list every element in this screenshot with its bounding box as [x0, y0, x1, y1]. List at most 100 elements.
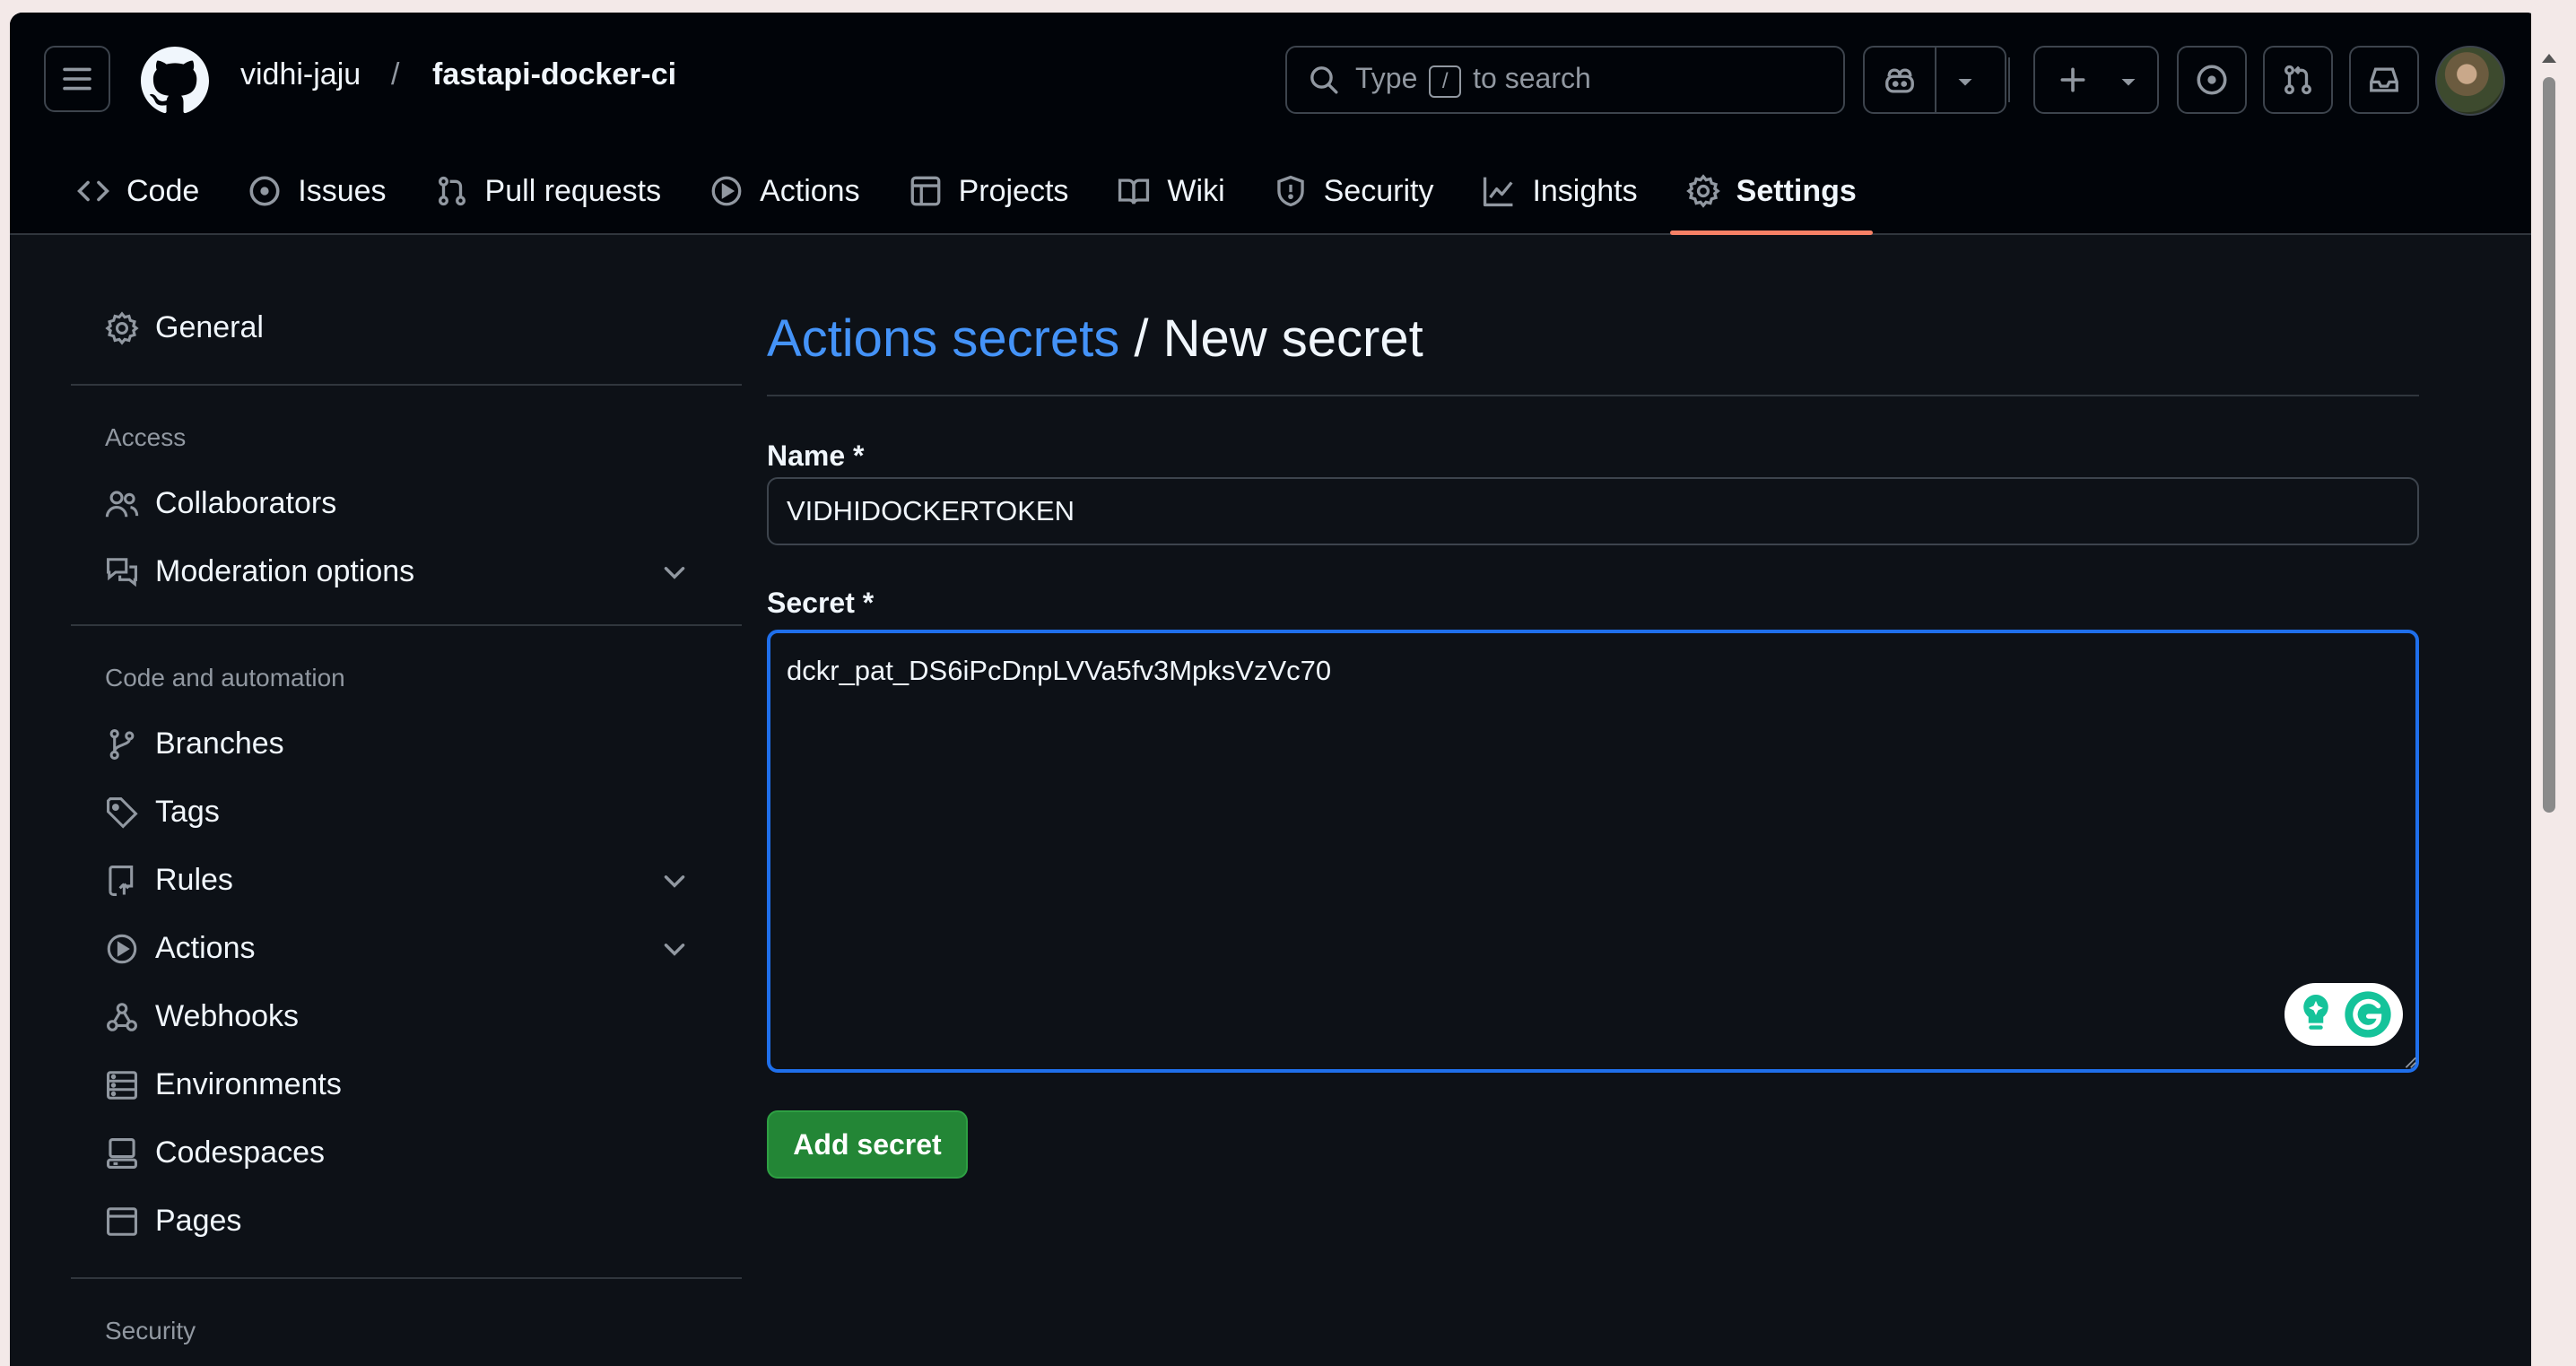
- tab-insights[interactable]: Insights: [1466, 160, 1653, 222]
- title-divider: [767, 395, 2419, 396]
- sidebar-heading-code-automation: Code and automation: [105, 664, 345, 692]
- chevron-down-icon[interactable]: [659, 934, 690, 964]
- tab-label: Settings: [1736, 173, 1857, 208]
- sidebar-item-label: Tags: [155, 795, 220, 829]
- tab-actions[interactable]: Actions: [693, 160, 876, 222]
- sidebar-item-label: Webhooks: [155, 999, 300, 1033]
- repo-name-link[interactable]: fastapi-docker-ci: [432, 57, 676, 92]
- sidebar-item-label: Branches: [155, 727, 284, 761]
- create-new-button[interactable]: [2033, 46, 2159, 114]
- your-issues-button[interactable]: [2177, 46, 2247, 114]
- sidebar-item-label: Environments: [155, 1067, 342, 1101]
- grammarly-widget[interactable]: [2284, 983, 2403, 1046]
- search-input[interactable]: Type / to search: [1285, 46, 1845, 114]
- issue-icon: [249, 176, 280, 206]
- sidebar-item-moderation[interactable]: Moderation options: [105, 554, 724, 589]
- browser-window: vidhi-jaju / fastapi-docker-ci Type / to…: [10, 13, 2539, 1366]
- shield-icon: [1276, 175, 1304, 207]
- table-icon: [910, 176, 940, 206]
- copilot-button-group[interactable]: [1863, 46, 2006, 114]
- tab-security[interactable]: Security: [1258, 160, 1450, 222]
- sidebar-item-general[interactable]: General: [105, 310, 724, 345]
- menu-button[interactable]: [44, 46, 110, 112]
- tab-code[interactable]: Code: [60, 160, 215, 222]
- resize-handle-icon[interactable]: [2401, 1053, 2417, 1069]
- search-suffix: to search: [1473, 62, 1591, 94]
- code-icon: [77, 180, 109, 202]
- branch-icon: [109, 728, 135, 760]
- tab-label: Projects: [958, 173, 1069, 208]
- sidebar-item-actions[interactable]: Actions: [105, 931, 724, 966]
- webhook-icon: [107, 1002, 137, 1031]
- sidebar-heading-security: Security: [105, 1317, 196, 1344]
- hamburger-icon: [63, 67, 91, 91]
- sidebar-item-branches[interactable]: Branches: [105, 727, 724, 761]
- sidebar-item-environments[interactable]: Environments: [105, 1067, 724, 1102]
- inbox-icon: [2370, 67, 2398, 92]
- sidebar-item-collaborators[interactable]: Collaborators: [105, 486, 724, 521]
- tab-label: Insights: [1532, 173, 1638, 208]
- sidebar-item-label: Moderation options: [155, 554, 415, 588]
- sidebar-item-webhooks[interactable]: Webhooks: [105, 999, 724, 1034]
- tab-pull-requests[interactable]: Pull requests: [419, 160, 678, 222]
- pull-request-icon: [2284, 65, 2311, 95]
- tab-label: Actions: [760, 173, 860, 208]
- repo-owner-link[interactable]: vidhi-jaju: [240, 57, 361, 92]
- tag-icon: [107, 796, 138, 829]
- sidebar-item-tags[interactable]: Tags: [105, 795, 724, 830]
- grammarly-suggestion-icon[interactable]: [2296, 991, 2336, 1038]
- sidebar-item-codespaces[interactable]: Codespaces: [105, 1135, 724, 1170]
- people-icon: [105, 490, 139, 517]
- repo-header: vidhi-jaju / fastapi-docker-ci Type / to…: [10, 13, 2539, 235]
- search-shortcut-key: /: [1429, 65, 1462, 98]
- sidebar-heading-access: Access: [105, 423, 187, 451]
- copilot-icon[interactable]: [1883, 64, 1917, 98]
- inbox-button[interactable]: [2349, 46, 2419, 114]
- search-icon: [1310, 66, 1338, 94]
- github-logo-icon[interactable]: [141, 47, 209, 115]
- secret-value-textarea[interactable]: dckr_pat_DS6iPcDnpLVVa5fv3MpksVzVc70: [767, 630, 2419, 1073]
- page-title-text: / New secret: [1119, 309, 1423, 368]
- sidebar-item-label: General: [155, 310, 264, 344]
- scroll-up-arrow-icon[interactable]: [2540, 50, 2558, 68]
- server-icon: [107, 1070, 137, 1100]
- sidebar-item-label: Actions: [155, 931, 256, 965]
- pull-request-icon: [438, 176, 466, 206]
- graph-icon: [1484, 177, 1513, 207]
- scrollbar-thumb[interactable]: [2543, 77, 2555, 813]
- tab-projects[interactable]: Projects: [892, 160, 1085, 222]
- play-icon: [711, 176, 742, 206]
- tab-label: Wiki: [1167, 173, 1225, 208]
- header-divider: [2008, 57, 2010, 102]
- chevron-down-icon: [2121, 79, 2136, 86]
- avatar[interactable]: [2435, 46, 2505, 116]
- tab-issues[interactable]: Issues: [231, 160, 402, 222]
- secret-label: Secret *: [767, 587, 875, 619]
- plus-icon: [2060, 67, 2085, 92]
- chevron-down-icon[interactable]: [1954, 71, 1976, 92]
- name-label: Name *: [767, 439, 865, 472]
- page-title: Actions secrets / New secret: [767, 309, 1423, 369]
- book-icon: [1118, 178, 1150, 204]
- tab-wiki[interactable]: Wiki: [1101, 160, 1240, 222]
- grammarly-g-icon[interactable]: [2344, 990, 2392, 1039]
- gear-icon: [1685, 174, 1720, 208]
- sidebar-item-label: Codespaces: [155, 1135, 326, 1170]
- sidebar-item-pages[interactable]: Pages: [105, 1204, 724, 1239]
- sidebar-divider: [71, 384, 742, 386]
- sidebar-item-label: Rules: [155, 863, 233, 897]
- sidebar-item-rules[interactable]: Rules: [105, 863, 724, 898]
- your-pull-requests-button[interactable]: [2263, 46, 2333, 114]
- sidebar-divider: [71, 1277, 742, 1279]
- chevron-down-icon[interactable]: [659, 866, 690, 896]
- chevron-down-icon[interactable]: [659, 557, 690, 587]
- actions-secrets-link[interactable]: Actions secrets: [767, 309, 1119, 368]
- add-secret-button[interactable]: Add secret: [767, 1110, 968, 1179]
- secret-name-input[interactable]: [767, 477, 2419, 545]
- tab-label: Issues: [298, 173, 387, 208]
- repo-push-icon: [109, 865, 134, 896]
- sidebar-item-label: Collaborators: [155, 486, 337, 520]
- play-icon: [107, 934, 137, 963]
- tab-settings[interactable]: Settings: [1669, 160, 1873, 235]
- issue-icon: [2197, 65, 2227, 95]
